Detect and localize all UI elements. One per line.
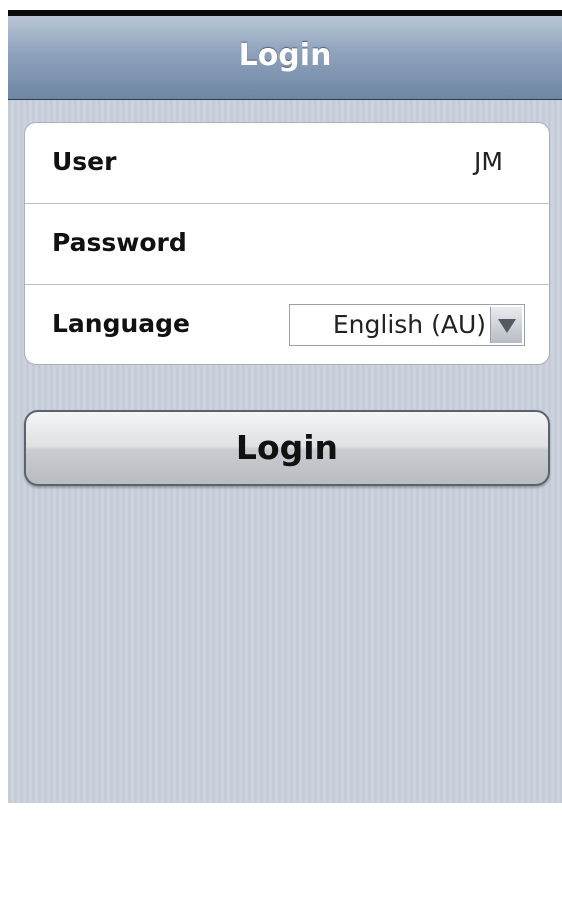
page-title: Login bbox=[238, 38, 332, 73]
language-row: Language English (AU) bbox=[25, 285, 549, 364]
login-button[interactable]: Login bbox=[24, 410, 550, 486]
login-form: User JM Password Language English (AU) bbox=[24, 122, 550, 365]
user-label: User bbox=[52, 147, 117, 176]
password-row[interactable]: Password bbox=[25, 204, 549, 285]
title-bar: Login bbox=[8, 16, 562, 100]
app-screen: Login User JM Password Language English … bbox=[8, 10, 562, 803]
language-selected-value: English (AU) bbox=[332, 310, 486, 339]
language-label: Language bbox=[52, 309, 191, 338]
user-row[interactable]: User JM bbox=[25, 123, 549, 204]
password-label: Password bbox=[52, 228, 187, 257]
language-select[interactable]: English (AU) bbox=[289, 304, 525, 346]
chevron-down-icon[interactable] bbox=[490, 307, 522, 343]
login-button-label: Login bbox=[235, 428, 339, 467]
user-field[interactable]: JM bbox=[474, 147, 503, 176]
